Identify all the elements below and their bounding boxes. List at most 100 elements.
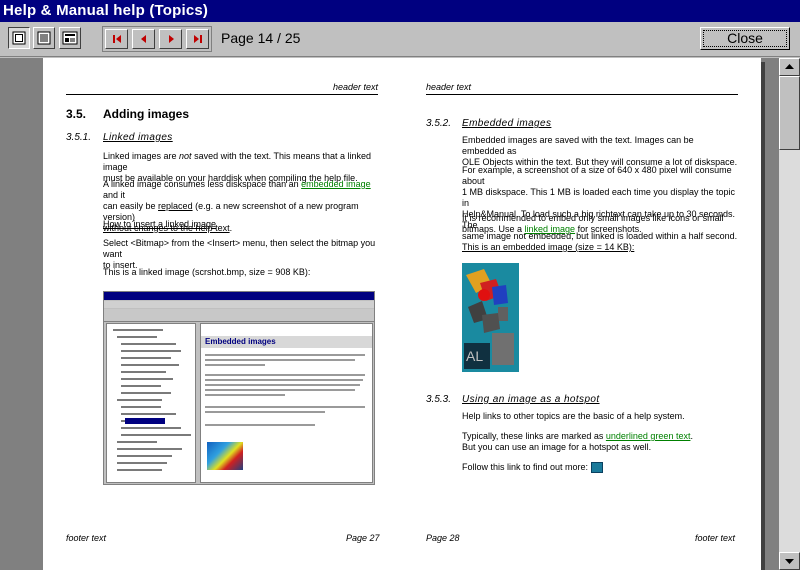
embedded-image-caption: This is an embedded image (size = 14 KB)… [462, 242, 635, 252]
scrollbar-thumb[interactable] [779, 76, 800, 150]
underlined-text: replaced [158, 201, 193, 211]
tree-line [117, 469, 162, 471]
embedded-image-link[interactable]: embedded image [301, 179, 371, 189]
previous-page-button[interactable] [132, 29, 155, 49]
scrollbar-track[interactable] [779, 76, 800, 552]
text-run: Typically, these links are marked as [462, 431, 606, 441]
text-run: for screenshots. [575, 224, 642, 234]
scroll-up-button[interactable] [779, 58, 800, 76]
right-header-rule [426, 94, 738, 95]
tree-line [117, 455, 172, 457]
arrow-down-icon [785, 559, 794, 564]
window-title: Help & Manual help (Topics) [3, 2, 209, 19]
screenshot-thumbnail-picture [207, 442, 243, 470]
tree-line [117, 441, 157, 443]
page-view-button[interactable] [59, 27, 81, 49]
text-line [205, 394, 285, 396]
text-run: But you can use an image for a hotspot a… [462, 442, 652, 452]
text-run: 1 MB diskspace. This 1 MB is loaded each… [462, 187, 735, 208]
toolbar: Page 14 / 25 Close [0, 22, 800, 57]
help-links-paragraph: Help links to other topics are the basic… [462, 411, 685, 421]
right-page-header: header text [426, 82, 472, 92]
linked-image-caption: This is a linked image (scrshot.bmp, siz… [103, 267, 311, 277]
screenshot-menubar [104, 301, 374, 308]
screenshot-toolbar [104, 309, 374, 322]
text-line [205, 424, 315, 426]
scroll-down-button[interactable] [779, 552, 800, 570]
svg-text:AL: AL [466, 348, 483, 364]
text-run: . [690, 431, 693, 441]
next-page-icon [168, 35, 174, 43]
subsection-title-2: Embedded images [462, 118, 552, 129]
embedded-image-picture: AL [462, 263, 519, 372]
hotspot-image-icon[interactable] [590, 462, 603, 474]
embedded-images-paragraph: Embedded images are saved with the text.… [462, 135, 738, 168]
single-page-view-button[interactable] [8, 27, 30, 49]
text-line [205, 359, 355, 361]
section-title: Adding images [103, 107, 190, 121]
text-line [205, 411, 325, 413]
text-line [205, 384, 360, 386]
follow-link-paragraph: Follow this link to find out more: [462, 462, 603, 474]
tree-line [117, 336, 157, 338]
page-navigation-group [102, 26, 212, 52]
tree-line [121, 343, 176, 345]
tree-line [121, 406, 161, 408]
text-run: It is recommended to embed only small im… [462, 213, 724, 223]
tree-line [117, 462, 167, 464]
first-page-button[interactable] [105, 29, 128, 49]
tree-line [121, 434, 191, 436]
subsection-number-3: 3.5.3. [426, 394, 452, 405]
text-view-icon [37, 31, 51, 45]
screenshot-editor-pane: Embedded images [200, 323, 373, 483]
text-line [205, 389, 355, 391]
tree-line [117, 399, 162, 401]
tree-line [121, 378, 173, 380]
page-indicator: Page 14 / 25 [221, 30, 301, 46]
linked-image-link[interactable]: linked image [525, 224, 576, 234]
tree-selected-row [125, 418, 165, 424]
subsection-title: Linked images [103, 132, 173, 143]
window-title-bar: Help & Manual help (Topics) [0, 0, 800, 22]
text-view-button[interactable] [33, 27, 55, 49]
right-page-footer: footer text [695, 533, 736, 543]
text-run: . [229, 223, 233, 233]
first-page-icon [112, 35, 121, 43]
section-number: 3.5. [66, 107, 87, 121]
text-line [205, 364, 265, 366]
text-run: Follow this link to find out more: [462, 462, 591, 472]
screenshot-tree [106, 323, 196, 483]
left-page-number: Page 27 [346, 533, 380, 543]
tree-line [121, 350, 181, 352]
vertical-scrollbar[interactable] [779, 58, 800, 570]
recommendation-paragraph: It is recommended to embed only small im… [462, 213, 738, 235]
subsection-number: 3.5.1. [66, 132, 92, 143]
tree-line [121, 385, 161, 387]
tree-line [121, 357, 171, 359]
text-run: bitmaps. Use a [462, 224, 525, 234]
next-page-button[interactable] [159, 29, 182, 49]
page-view-icon [62, 31, 78, 45]
previous-page-icon [140, 35, 146, 43]
linked-screenshot-image: Embedded images [103, 291, 375, 485]
tree-line [121, 427, 181, 429]
screenshot-heading: Embedded images [201, 336, 372, 348]
underlined-green-text-link[interactable]: underlined green text [606, 431, 691, 441]
close-button[interactable]: Close [700, 27, 790, 50]
screenshot-titlebar [104, 292, 374, 300]
left-header-rule [66, 94, 378, 95]
last-page-button[interactable] [186, 29, 209, 49]
subsection-title-3: Using an image as a hotspot [462, 394, 600, 405]
links-marked-paragraph: Typically, these links are marked as und… [462, 431, 738, 453]
left-page-header: header text [333, 82, 379, 92]
tree-line [121, 392, 171, 394]
tree-line [121, 364, 179, 366]
text-run: Linked images are [103, 151, 180, 161]
text-line [205, 354, 365, 356]
page-shadow [761, 62, 765, 570]
text-run: can easily be [103, 201, 159, 211]
how-to-heading: How to insert a linked image [103, 219, 217, 229]
emphasis-text: not [179, 151, 192, 161]
tree-line [121, 413, 176, 415]
text-run: A linked image consumes less diskspace t… [103, 179, 302, 189]
